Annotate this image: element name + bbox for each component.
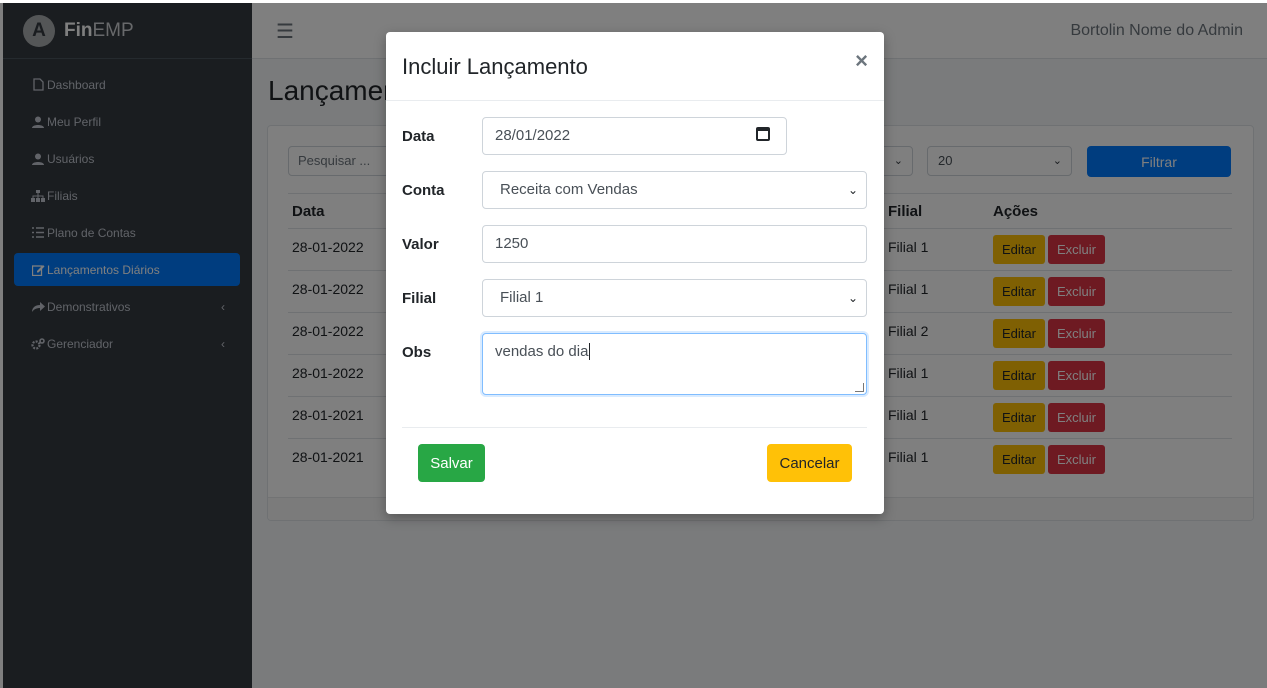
amount-field[interactable]: 1250 <box>482 225 867 263</box>
valor-label: Valor <box>402 236 439 253</box>
save-button[interactable]: Salvar <box>418 444 485 482</box>
text-cursor <box>589 343 591 360</box>
account-select-value: Receita com Vendas <box>500 181 638 198</box>
date-field[interactable]: 28/01/2022 <box>482 117 787 155</box>
resize-handle-icon[interactable] <box>855 383 864 392</box>
close-icon[interactable]: × <box>855 48 868 74</box>
branch-select[interactable]: Filial 1 ⌄ <box>482 279 867 317</box>
data-label: Data <box>402 128 435 145</box>
chevron-down-icon: ⌄ <box>847 291 858 305</box>
account-select[interactable]: Receita com Vendas ⌄ <box>482 171 867 209</box>
notes-textarea-value: vendas do dia <box>495 343 589 360</box>
date-field-value: 28/01/2022 <box>495 127 571 144</box>
app-frame: A FinEMP Dashboard Meu Perfil Usuários F… <box>0 3 1267 688</box>
calendar-icon[interactable] <box>756 127 770 141</box>
branch-select-value: Filial 1 <box>500 289 544 306</box>
amount-field-value: 1250 <box>495 235 529 252</box>
modal-footer: Salvar Cancelar <box>402 427 867 508</box>
include-entry-modal: Incluir Lançamento × Data 28/01/2022 Con… <box>386 32 884 514</box>
chevron-down-icon: ⌄ <box>847 183 858 197</box>
obs-label: Obs <box>402 344 432 361</box>
modal-title: Incluir Lançamento <box>402 54 588 79</box>
filial-label: Filial <box>402 290 437 307</box>
cancel-button[interactable]: Cancelar <box>767 444 852 482</box>
conta-label: Conta <box>402 182 445 199</box>
modal-header: Incluir Lançamento × <box>386 32 884 101</box>
notes-textarea[interactable]: vendas do dia <box>482 333 867 395</box>
